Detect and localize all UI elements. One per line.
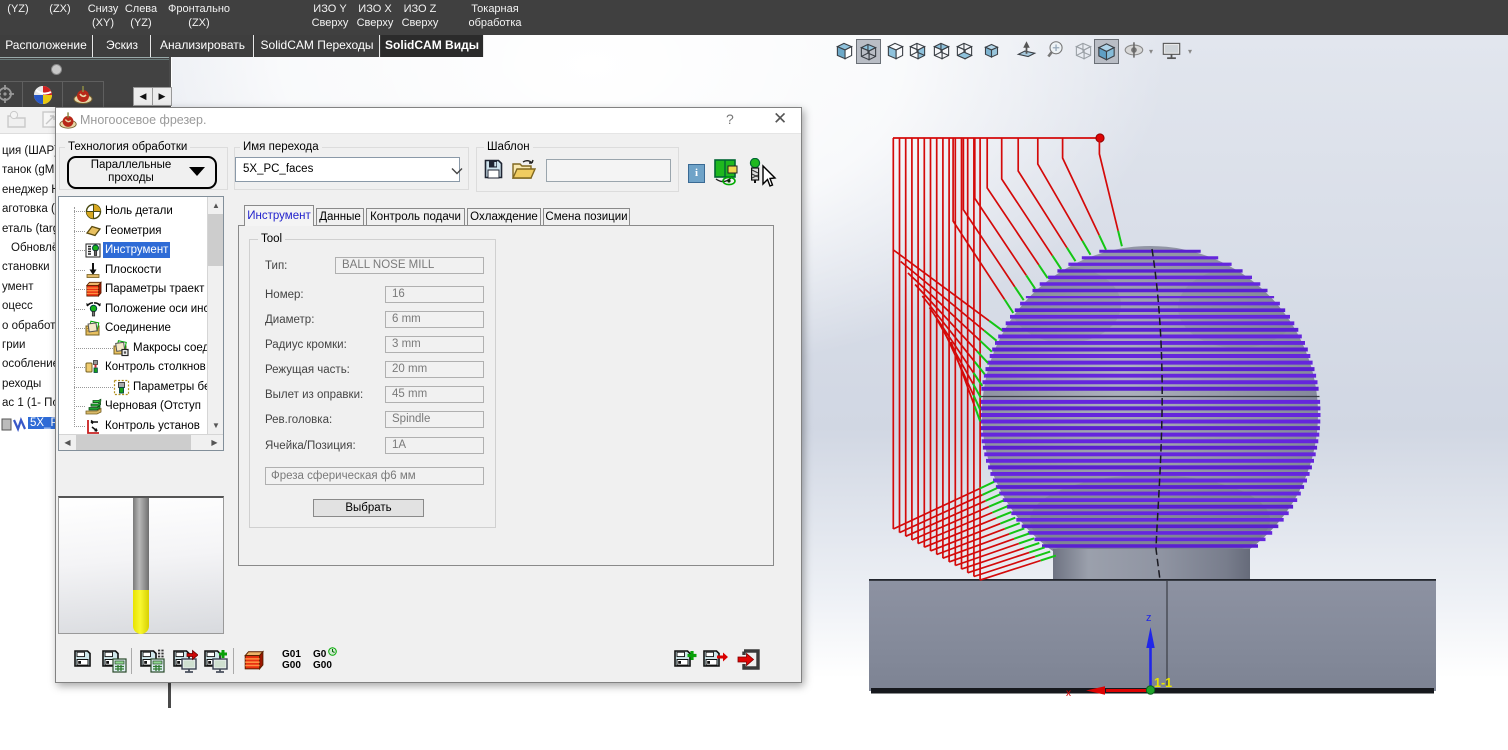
svg-text:1-1: 1-1 <box>1154 676 1172 690</box>
svg-text:x: x <box>1066 688 1071 699</box>
svg-text:z: z <box>1146 612 1152 624</box>
